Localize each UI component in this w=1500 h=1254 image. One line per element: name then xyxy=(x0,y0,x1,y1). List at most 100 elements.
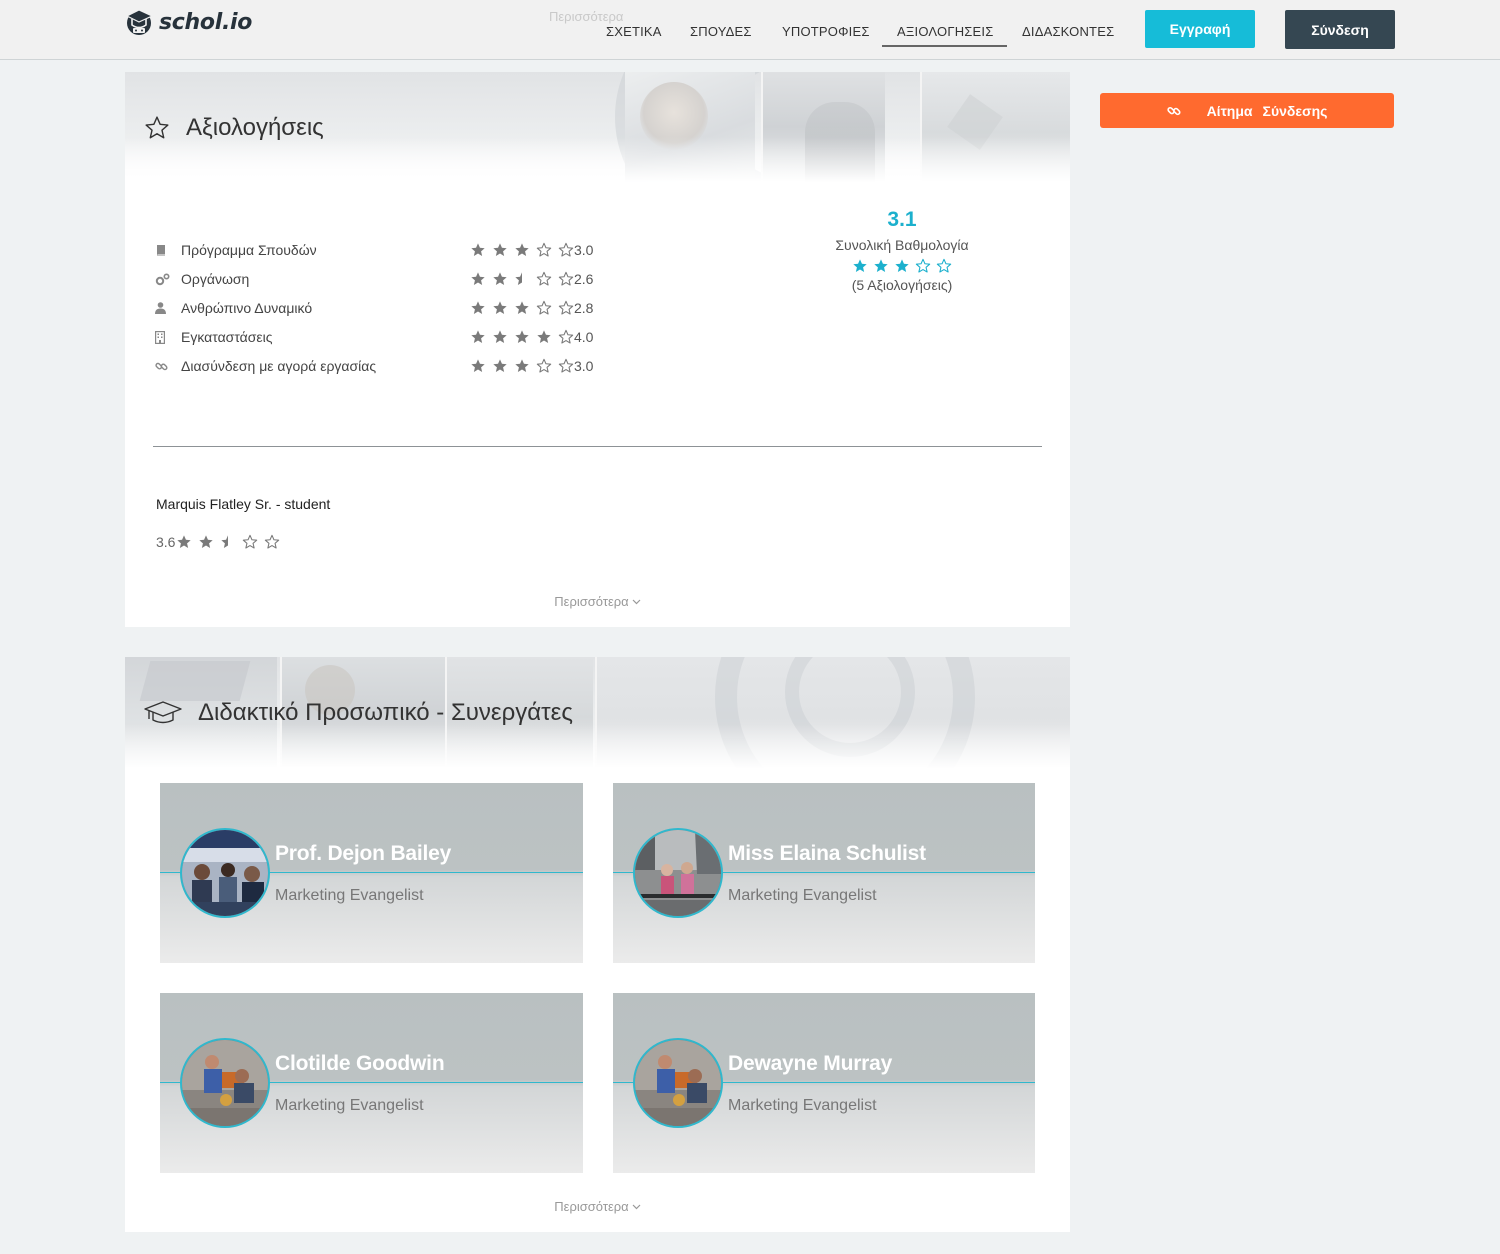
login-button[interactable]: Σύνδεση xyxy=(1285,10,1395,49)
overlapped-more-text: Περισσότερα xyxy=(549,9,624,24)
staff-more-label: Περισσότερα xyxy=(554,1199,629,1214)
user-icon xyxy=(155,302,173,314)
criterion-row: Ανθρώπινο Δυναμικό 2.8 xyxy=(155,298,593,318)
staff-banner: Διδακτικό Προσωπικό - Συνεργάτες xyxy=(125,657,1070,769)
criterion-row: Οργάνωση 2.6 xyxy=(155,269,593,289)
reviews-banner: Αξιολογήσεις xyxy=(125,72,1070,182)
logo-text: schol.io xyxy=(159,9,253,35)
connection-request-button[interactable]: Αίτημα Σύνδεσης xyxy=(1100,93,1394,128)
avatar xyxy=(633,1038,723,1128)
nav-item-scholarships[interactable]: ΥΠΟΤΡΟΦΙΕΣ xyxy=(782,24,870,47)
nav-item-teachers[interactable]: ΔΙΔΑΣΚΟΝΤΕΣ xyxy=(1022,24,1114,47)
star-empty-icon xyxy=(265,534,280,549)
star-empty-icon xyxy=(936,258,952,273)
nav-item-reviews[interactable]: ΑΞΙΟΛΟΓΗΣΕΙΣ xyxy=(882,24,1008,47)
overall-label: Συνολική Βαθμολογία xyxy=(835,237,969,253)
star-filled-icon xyxy=(493,359,507,372)
star-filled-icon xyxy=(493,330,507,343)
criterion-stars xyxy=(470,298,574,318)
staff-role: Marketing Evangelist xyxy=(275,1097,424,1114)
criterion-score: 3.0 xyxy=(574,242,594,258)
chevron-down-icon xyxy=(632,1204,641,1209)
criterion-label: Ανθρώπινο Δυναμικό xyxy=(181,300,313,316)
overall-rating: 3.1 Συνολική Βαθμολογία (5 Αξιολογήσεις) xyxy=(820,208,984,293)
criterion-score: 2.8 xyxy=(574,300,594,316)
book-icon xyxy=(155,244,173,256)
star-filled-icon xyxy=(199,535,214,548)
nav-item-studies[interactable]: ΣΠΟΥΔΕΣ xyxy=(690,24,752,47)
criterion-label: Εγκαταστάσεις xyxy=(181,329,273,345)
star-filled-icon xyxy=(471,301,485,314)
avatar xyxy=(180,1038,270,1128)
star-filled-icon xyxy=(177,535,192,548)
star-filled-icon xyxy=(471,359,485,372)
criterion-row: Διασύνδεση με αγορά εργασίας 3.0 xyxy=(155,356,593,376)
criterion-score: 4.0 xyxy=(574,329,594,345)
criterion-label: Πρόγραμμα Σπουδών xyxy=(181,242,317,258)
star-empty-icon xyxy=(558,271,574,286)
reviews-title-text: Αξιολογήσεις xyxy=(186,114,324,141)
review-author: Marquis Flatley Sr. - student xyxy=(156,496,331,512)
star-empty-icon xyxy=(536,271,552,286)
staff-card[interactable]: Miss Elaina Schulist Marketing Evangelis… xyxy=(613,783,1035,963)
star-filled-icon xyxy=(493,272,507,285)
star-empty-icon xyxy=(536,242,552,257)
star-empty-icon xyxy=(915,258,931,273)
star-filled-icon xyxy=(515,330,529,343)
chevron-down-icon xyxy=(632,599,641,604)
staff-name: Dewayne Murray xyxy=(728,1052,893,1075)
star-outline-icon xyxy=(145,116,169,139)
criterion-label: Διασύνδεση με αγορά εργασίας xyxy=(181,358,377,374)
star-empty-icon xyxy=(243,534,258,549)
overall-review-count: (5 Αξιολογήσεις) xyxy=(851,277,953,293)
register-button[interactable]: Εγγραφή xyxy=(1145,10,1255,48)
star-empty-icon xyxy=(536,358,552,373)
star-filled-icon xyxy=(537,330,551,343)
star-filled-icon xyxy=(515,359,529,372)
star-empty-icon xyxy=(558,329,574,344)
staff-title: Διδακτικό Προσωπικό - Συνεργάτες xyxy=(144,699,573,727)
staff-title-text: Διδακτικό Προσωπικό - Συνεργάτες xyxy=(198,699,573,726)
graduation-cap-icon xyxy=(144,701,182,724)
star-filled-icon xyxy=(515,243,529,256)
staff-card[interactable]: Dewayne Murray Marketing Evangelist xyxy=(613,993,1035,1173)
overall-stars xyxy=(820,258,984,274)
star-half-icon xyxy=(515,272,522,285)
staff-name: Clotilde Goodwin xyxy=(275,1052,445,1075)
staff-role: Marketing Evangelist xyxy=(275,887,424,904)
divider xyxy=(153,446,1042,447)
star-filled-icon xyxy=(895,259,909,272)
building-icon xyxy=(155,330,173,344)
criterion-label: Οργάνωση xyxy=(181,271,250,287)
star-filled-icon xyxy=(493,243,507,256)
criterion-stars xyxy=(470,269,574,289)
graduation-cap-logo-icon xyxy=(125,9,154,35)
nav-item-about[interactable]: ΣΧΕΤΙΚΑ xyxy=(606,24,662,47)
link-icon xyxy=(1166,106,1181,115)
gears-icon xyxy=(155,272,173,286)
staff-role: Marketing Evangelist xyxy=(728,1097,877,1114)
review-score: 3.6 xyxy=(156,534,176,550)
request-word-1: Αίτημα xyxy=(1206,102,1253,119)
star-filled-icon xyxy=(853,259,867,272)
staff-more-link[interactable]: Περισσότερα xyxy=(125,1199,1070,1214)
criterion-row: Εγκαταστάσεις 4.0 xyxy=(155,327,593,347)
star-filled-icon xyxy=(471,272,485,285)
criterion-stars xyxy=(470,327,574,347)
avatar xyxy=(180,828,270,918)
staff-role: Marketing Evangelist xyxy=(728,887,877,904)
star-empty-icon xyxy=(558,242,574,257)
star-filled-icon xyxy=(874,259,888,272)
reviews-title: Αξιολογήσεις xyxy=(144,114,324,142)
criterion-stars xyxy=(470,240,574,260)
logo[interactable]: schol.io xyxy=(125,6,252,38)
staff-card[interactable]: Prof. Dejon Bailey Marketing Evangelist xyxy=(160,783,583,963)
criterion-score: 3.0 xyxy=(574,358,594,374)
link-icon xyxy=(155,360,173,373)
avatar xyxy=(633,828,723,918)
staff-card[interactable]: Clotilde Goodwin Marketing Evangelist xyxy=(160,993,583,1173)
overall-score: 3.1 xyxy=(887,208,917,231)
criterion-row: Πρόγραμμα Σπουδών 3.0 xyxy=(155,240,593,260)
criterion-score: 2.6 xyxy=(574,271,594,287)
reviews-more-link[interactable]: Περισσότερα xyxy=(125,594,1070,609)
